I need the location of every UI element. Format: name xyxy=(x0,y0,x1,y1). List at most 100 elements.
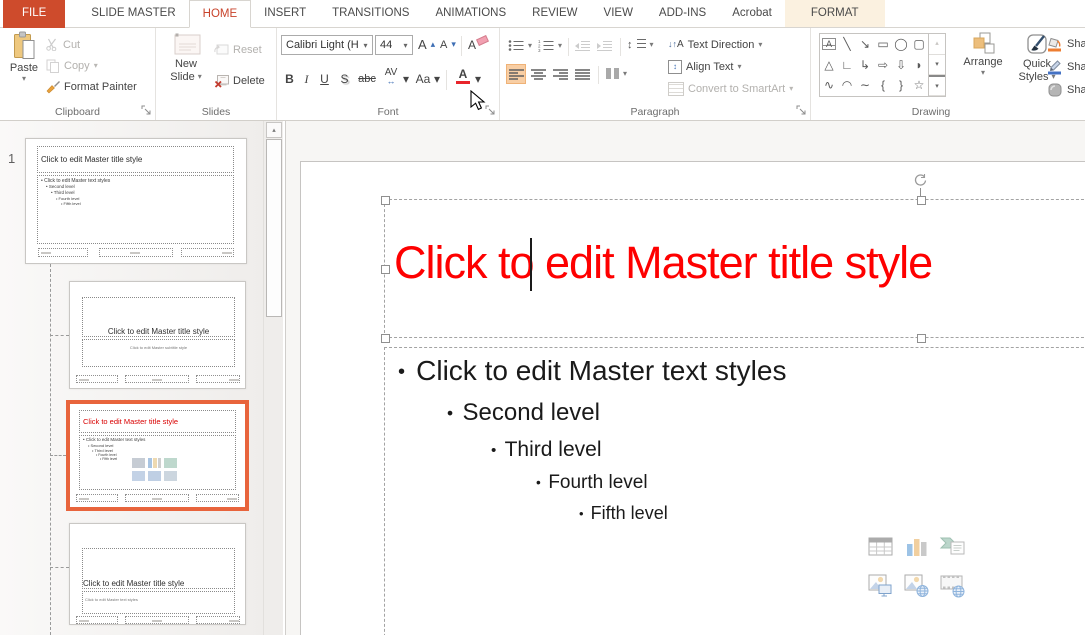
numbering-button[interactable]: 123 ▾ xyxy=(538,36,562,55)
shape-outline-button[interactable]: Sha xyxy=(1047,57,1085,76)
resize-handle-bottom-center[interactable] xyxy=(917,334,926,343)
shape-oval[interactable]: ◯ xyxy=(892,34,910,55)
underline-button[interactable]: U xyxy=(316,68,333,90)
align-right-button[interactable] xyxy=(550,64,570,84)
font-size-combo[interactable]: 44 ▾ xyxy=(375,35,413,55)
shape-right-angle[interactable]: ∟ xyxy=(838,55,856,76)
character-spacing-button[interactable]: AV ↔ xyxy=(381,68,401,90)
tab-insert[interactable]: INSERT xyxy=(251,0,319,27)
cut-button[interactable]: Cut xyxy=(46,35,80,54)
increase-font-size-button[interactable]: A▴ xyxy=(418,35,435,54)
tab-animations[interactable]: ANIMATIONS xyxy=(422,0,519,27)
shape-effects-button[interactable]: Sha xyxy=(1047,80,1085,99)
tab-view[interactable]: VIEW xyxy=(591,0,646,27)
copy-button[interactable]: Copy ▾ xyxy=(46,56,98,75)
align-center-button[interactable] xyxy=(528,64,548,84)
line-spacing-dropdown-icon[interactable]: ▾ xyxy=(650,41,654,49)
shape-teardrop[interactable]: ◗ xyxy=(910,55,928,76)
tab-review[interactable]: REVIEW xyxy=(519,0,590,27)
shape-rounded-rectangle[interactable]: ▢ xyxy=(910,34,928,55)
shape-arrow[interactable]: ↘ xyxy=(856,34,874,55)
columns-dropdown-icon[interactable]: ▾ xyxy=(623,70,627,78)
character-spacing-dropdown-icon[interactable]: ▾ xyxy=(401,68,411,90)
resize-handle-mid-left[interactable] xyxy=(381,265,390,274)
decrease-indent-button[interactable] xyxy=(574,36,591,55)
font-name-combo[interactable]: Calibri Light (He ▾ xyxy=(281,35,373,55)
justify-button[interactable] xyxy=(572,64,592,84)
clear-formatting-button[interactable]: A xyxy=(468,35,488,54)
tab-acrobat[interactable]: Acrobat xyxy=(719,0,785,27)
insert-chart-icon[interactable] xyxy=(903,535,930,558)
font-name-dropdown-icon[interactable]: ▾ xyxy=(359,41,372,50)
gallery-scroll-down-icon[interactable]: ▾ xyxy=(929,55,945,76)
slide-bullet-level3[interactable]: •Third level xyxy=(491,438,601,462)
shape-elbow-connector[interactable]: ↳ xyxy=(856,55,874,76)
title-layout-thumbnail[interactable]: Click to edit Master title style Click t… xyxy=(69,281,246,389)
shape-left-brace[interactable]: { xyxy=(874,75,892,96)
format-painter-button[interactable]: Format Painter xyxy=(46,77,137,96)
shape-fill-button[interactable]: Sha xyxy=(1047,34,1085,53)
tab-add-ins[interactable]: ADD-INS xyxy=(646,0,719,27)
shape-arrow-right[interactable]: ⇨ xyxy=(874,55,892,76)
insert-online-pictures-icon[interactable] xyxy=(903,573,930,598)
shape-arrow-down[interactable]: ⇩ xyxy=(892,55,910,76)
slide-bullet-level4[interactable]: •Fourth level xyxy=(536,472,648,494)
bullets-dropdown-icon[interactable]: ▾ xyxy=(528,42,532,50)
slide-bullet-level1[interactable]: •Click to edit Master text styles xyxy=(398,355,786,387)
resize-handle-top-center[interactable] xyxy=(917,196,926,205)
shape-triangle[interactable]: △ xyxy=(820,55,838,76)
strikethrough-button[interactable]: abc xyxy=(355,68,379,90)
resize-handle-top-left[interactable] xyxy=(381,196,390,205)
slide-bullet-level2[interactable]: •Second level xyxy=(447,399,600,427)
insert-pictures-icon[interactable] xyxy=(867,573,894,598)
insert-video-icon[interactable] xyxy=(939,573,966,598)
section-layout-thumbnail[interactable]: Click to edit Master title style Click t… xyxy=(69,523,246,625)
font-color-dropdown-icon[interactable]: ▾ xyxy=(473,68,483,90)
font-color-button[interactable]: A xyxy=(453,68,473,90)
shape-scribble[interactable]: ∿ xyxy=(820,75,838,96)
master-slide-thumbnail[interactable]: Click to edit Master title style • Click… xyxy=(25,138,247,264)
content-layout-thumbnail-selected[interactable]: Click to edit Master title style • Click… xyxy=(66,400,249,511)
tab-format[interactable]: FORMAT xyxy=(785,0,885,27)
rotation-handle-icon[interactable] xyxy=(913,173,928,188)
scrollbar-up-button[interactable]: ▴ xyxy=(266,122,282,138)
slide-title-text[interactable]: Click to edit Master title style xyxy=(394,237,932,289)
decrease-font-size-button[interactable]: A▾ xyxy=(440,35,456,54)
shape-curve[interactable]: ∼ xyxy=(856,75,874,96)
resize-handle-bottom-left[interactable] xyxy=(381,334,390,343)
scrollbar-thumb[interactable] xyxy=(266,139,282,317)
tab-home[interactable]: HOME xyxy=(189,0,252,28)
shape-arc[interactable]: ◠ xyxy=(838,75,856,96)
arrange-button[interactable]: Arrange ▾ xyxy=(957,32,1009,104)
delete-button[interactable]: Delete xyxy=(214,71,265,90)
copy-dropdown-icon[interactable]: ▾ xyxy=(94,62,98,70)
shape-line[interactable]: ╲ xyxy=(838,34,856,55)
bold-button[interactable]: B xyxy=(281,68,298,90)
line-spacing-button[interactable]: ↕ ▾ xyxy=(627,35,654,54)
shape-textbox[interactable]: A xyxy=(822,38,836,50)
numbering-dropdown-icon[interactable]: ▾ xyxy=(558,42,562,50)
new-slide-button[interactable]: New Slide ▾ xyxy=(164,31,208,105)
shape-right-brace[interactable]: } xyxy=(892,75,910,96)
change-case-button[interactable]: Aa xyxy=(413,68,433,90)
columns-button[interactable]: ▾ xyxy=(606,64,627,83)
convert-to-smartart-button[interactable]: Convert to SmartArt ▾ xyxy=(668,79,793,98)
tab-slide-master[interactable]: SLIDE MASTER xyxy=(78,0,188,27)
text-direction-button[interactable]: ↓ ↑ A Text Direction ▾ xyxy=(668,35,762,54)
align-left-button[interactable] xyxy=(506,64,526,84)
tab-transitions[interactable]: TRANSITIONS xyxy=(319,0,422,27)
text-shadow-button[interactable]: S xyxy=(336,68,353,90)
shape-star[interactable]: ☆ xyxy=(910,75,928,96)
paste-dropdown-icon[interactable]: ▾ xyxy=(22,75,26,83)
paragraph-dialog-launcher[interactable] xyxy=(796,105,807,116)
clipboard-dialog-launcher[interactable] xyxy=(141,105,152,116)
reset-button[interactable]: Reset xyxy=(214,40,262,59)
gallery-more-icon[interactable]: ▾ xyxy=(929,75,945,96)
tab-file[interactable]: FILE xyxy=(3,0,65,28)
gallery-scroll-up-icon[interactable]: ▴ xyxy=(929,34,945,55)
increase-indent-button[interactable] xyxy=(596,36,613,55)
bullets-button[interactable]: ▾ xyxy=(508,36,532,55)
shape-rectangle[interactable]: ▭ xyxy=(874,34,892,55)
align-text-button[interactable]: ↕ Align Text ▾ xyxy=(668,57,742,76)
insert-smartart-icon[interactable] xyxy=(939,535,966,558)
